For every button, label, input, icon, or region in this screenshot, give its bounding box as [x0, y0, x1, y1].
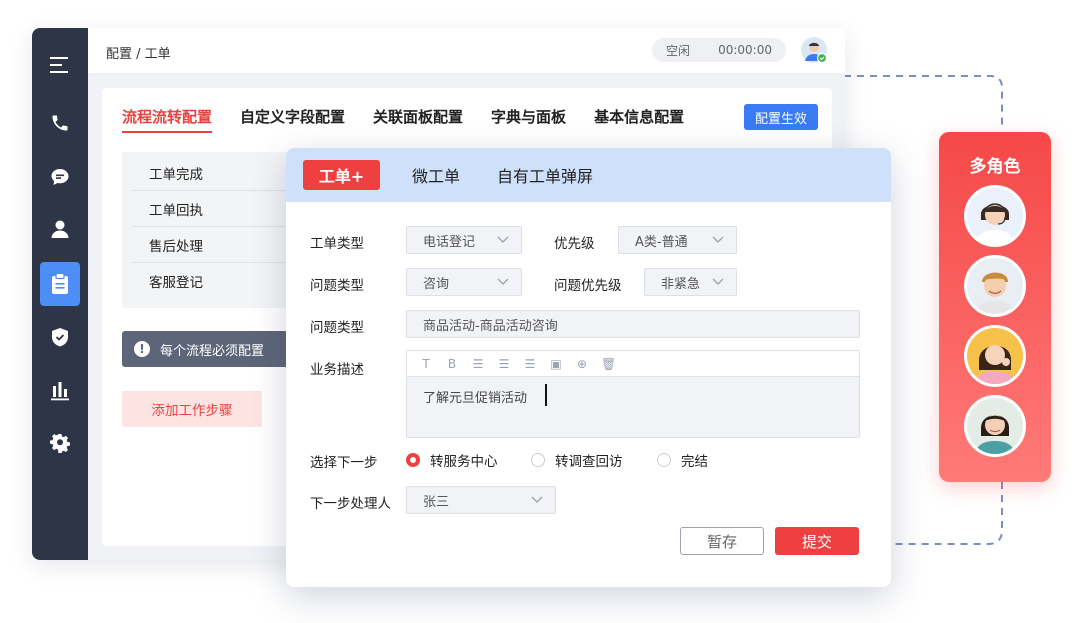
chevron-down-icon: [497, 236, 509, 243]
next-step-label: 选择下一步: [310, 455, 378, 471]
description-text: 了解元旦促销活动: [423, 391, 528, 406]
ticket-type-select[interactable]: 电话登记: [406, 226, 522, 254]
topbar: 配置 / 工单 空闲 00:00:00: [88, 28, 845, 73]
text-caret: [545, 384, 547, 406]
issue-type-value: 咨询: [423, 276, 450, 292]
chevron-down-icon: [712, 278, 724, 285]
chevron-down-icon: [497, 278, 509, 285]
avatar[interactable]: [964, 185, 1026, 247]
roles-panel: 多角色: [939, 132, 1051, 482]
avatar[interactable]: [964, 255, 1026, 317]
priority-label: 优先级: [554, 236, 595, 252]
radio-unchecked-icon: [531, 453, 545, 467]
radio-label: 转服务中心: [430, 454, 498, 470]
user-icon[interactable]: [40, 210, 80, 248]
bar-chart-icon[interactable]: [40, 372, 80, 410]
sidebar: [32, 28, 88, 560]
zoom-in-icon[interactable]: ⊕: [575, 357, 589, 371]
status-state: 空闲: [666, 43, 691, 58]
issue-type2-label: 问题类型: [310, 320, 364, 336]
avatar[interactable]: [964, 325, 1026, 387]
tab-dictionary[interactable]: 字典与面板: [491, 106, 566, 133]
priority-value: A类-普通: [635, 234, 688, 250]
radio-finish[interactable]: 完结: [657, 450, 708, 470]
radio-unchecked-icon: [657, 453, 671, 467]
editor-toolbar: T B ☰ ☰ ☰ ▣ ⊕ 🗑: [407, 351, 859, 377]
roles-title: 多角色: [969, 157, 1021, 177]
status-timer: 00:00:00: [718, 43, 772, 57]
stage: 配置 / 工单 空闲 00:00:00 流程流转配置 自定义字段配置 关联面板配…: [0, 0, 1080, 623]
phone-icon[interactable]: [40, 104, 80, 142]
issue-category-value: 商品活动-商品活动咨询: [423, 318, 558, 334]
add-step-button[interactable]: 添加工作步骤: [122, 391, 262, 427]
config-tabs: 流程流转配置 自定义字段配置 关联面板配置 字典与面板 基本信息配置: [122, 106, 684, 133]
align-center-icon[interactable]: ☰: [497, 357, 511, 371]
agent-avatar[interactable]: [801, 37, 828, 64]
ticket-dialog: 工单+ 微工单 自有工单弹屏 工单类型 电话登记 优先级 A类-普通 问题类型 …: [286, 148, 891, 587]
issue-priority-select[interactable]: 非紧急: [644, 268, 737, 296]
text-format-icon[interactable]: T: [419, 357, 433, 371]
tab-basic-info[interactable]: 基本信息配置: [594, 106, 684, 133]
ticket-icon[interactable]: [40, 262, 80, 306]
issue-type-select[interactable]: 咨询: [406, 268, 522, 296]
issue-priority-label: 问题优先级: [554, 278, 622, 294]
avatar[interactable]: [964, 395, 1026, 457]
issue-priority-value: 非紧急: [661, 276, 701, 292]
ticket-type-value: 电话登记: [423, 234, 476, 250]
priority-select[interactable]: A类-普通: [618, 226, 737, 254]
image-icon[interactable]: ▣: [549, 357, 563, 371]
tab-linked-panels[interactable]: 关联面板配置: [373, 106, 463, 133]
radio-survey-visit[interactable]: 转调查回访: [531, 450, 623, 470]
breadcrumb: 配置 / 工单: [106, 47, 171, 62]
description-label: 业务描述: [310, 362, 364, 378]
tab-ticket-plus[interactable]: 工单+: [303, 160, 380, 190]
trash-icon[interactable]: 🗑: [601, 357, 616, 371]
radio-label: 转调查回访: [555, 454, 623, 470]
align-left-icon[interactable]: ☰: [471, 357, 485, 371]
status-pill[interactable]: 空闲 00:00:00: [652, 38, 786, 62]
radio-checked-icon: [406, 453, 420, 467]
handler-select[interactable]: 张三: [406, 486, 556, 514]
shield-icon[interactable]: [40, 318, 80, 356]
ticket-type-label: 工单类型: [310, 236, 364, 252]
align-right-icon[interactable]: ☰: [523, 357, 537, 371]
radio-label: 完结: [681, 454, 708, 470]
chat-icon[interactable]: [40, 158, 80, 196]
menu-icon[interactable]: [40, 46, 80, 84]
apply-config-button[interactable]: 配置生效: [744, 104, 818, 130]
chevron-down-icon: [712, 236, 724, 243]
tab-flow-config[interactable]: 流程流转配置: [122, 106, 213, 133]
dialog-header: 工单+ 微工单 自有工单弹屏: [286, 148, 891, 202]
warning-icon: !: [134, 341, 150, 357]
radio-service-center[interactable]: 转服务中心: [406, 450, 498, 470]
chevron-down-icon: [531, 496, 543, 503]
tab-custom-fields[interactable]: 自定义字段配置: [240, 106, 345, 133]
bold-icon[interactable]: B: [445, 357, 459, 371]
tab-micro-ticket[interactable]: 微工单: [412, 163, 460, 187]
tab-own-ticket-popup[interactable]: 自有工单弹屏: [497, 163, 593, 187]
handler-label: 下一步处理人: [310, 496, 391, 512]
issue-category-input[interactable]: 商品活动-商品活动咨询: [406, 310, 860, 338]
handler-value: 张三: [423, 494, 450, 510]
notice-text: 每个流程必须配置: [160, 343, 265, 359]
save-draft-button[interactable]: 暂存: [680, 527, 764, 555]
gear-icon[interactable]: [40, 424, 80, 462]
submit-button[interactable]: 提交: [775, 527, 859, 555]
description-editor[interactable]: T B ☰ ☰ ☰ ▣ ⊕ 🗑 了解元旦促销活动: [406, 350, 860, 438]
issue-type-label: 问题类型: [310, 278, 364, 294]
